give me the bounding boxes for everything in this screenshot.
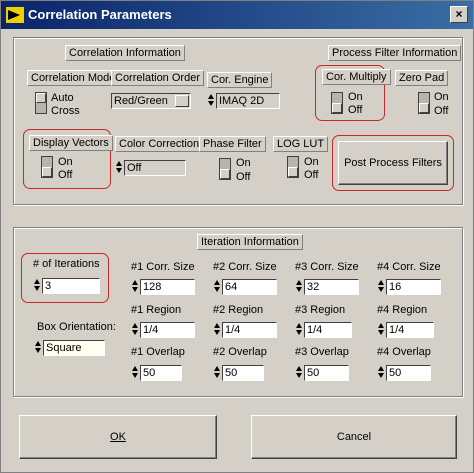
corr-size-spinner[interactable] [213, 279, 221, 295]
overlap-spinner[interactable] [213, 365, 221, 381]
spin-down-icon [35, 348, 41, 353]
spin-up-icon [208, 94, 214, 99]
overlap-spinner[interactable] [131, 365, 139, 381]
region-label: #3 Region [295, 304, 346, 316]
cor-engine-spinner[interactable] [207, 93, 215, 109]
log-lut-on: On [304, 156, 319, 168]
overlap-label: #1 Overlap [131, 346, 185, 358]
correlation-mode-cross: Cross [51, 105, 80, 117]
process-filter-info-header: Process Filter Information [328, 45, 462, 61]
phase-filter-switch[interactable] [219, 158, 231, 180]
spin-up-icon [116, 161, 122, 166]
iterations-spinner[interactable] [33, 278, 41, 294]
corr-size-label: #1 Corr. Size [131, 261, 195, 273]
region-spinner[interactable] [295, 322, 303, 338]
box-orientation-field[interactable]: Square [43, 340, 105, 356]
display-vectors-on: On [58, 156, 73, 168]
labview-app-icon [6, 7, 24, 23]
box-orientation-spinner[interactable] [34, 340, 42, 356]
color-correction-label: Color Correction [115, 136, 204, 152]
zero-pad-off: Off [434, 105, 449, 117]
zero-pad-label: Zero Pad [395, 70, 449, 86]
region-label: #4 Region [377, 304, 428, 316]
corr-size-field[interactable]: 128 [140, 279, 195, 295]
cor-engine-field[interactable]: IMAQ 2D [216, 93, 280, 109]
log-lut-switch[interactable] [287, 156, 299, 178]
overlap-label: #4 Overlap [377, 346, 431, 358]
close-icon: × [455, 7, 463, 21]
overlap-field[interactable]: 50 [304, 365, 349, 381]
iterations-label: # of Iterations [33, 258, 100, 270]
correlation-order-color-swatch[interactable] [175, 95, 189, 107]
cor-engine-label: Cor. Engine [207, 72, 273, 88]
zero-pad-on: On [434, 91, 449, 103]
log-lut-off: Off [304, 169, 319, 181]
region-spinner[interactable] [131, 322, 139, 338]
region-label: #2 Region [213, 304, 264, 316]
corr-size-label: #3 Corr. Size [295, 261, 359, 273]
correlation-mode-switch[interactable] [35, 92, 47, 114]
overlap-field[interactable]: 50 [140, 365, 182, 381]
cor-multiply-switch[interactable] [331, 92, 343, 114]
ok-button[interactable]: OK [19, 415, 217, 459]
window-title: Correlation Parameters [28, 7, 172, 22]
color-correction-field[interactable]: Off [124, 160, 186, 176]
display-vectors-off: Off [58, 169, 73, 181]
display-vectors-switch[interactable] [41, 156, 53, 178]
corr-size-spinner[interactable] [295, 279, 303, 295]
corr-size-label: #2 Corr. Size [213, 261, 277, 273]
correlation-order-label: Correlation Order [111, 70, 204, 86]
region-field[interactable]: 1/4 [222, 322, 277, 338]
color-correction-spinner[interactable] [115, 160, 123, 176]
correlation-parameters-window: Correlation Parameters × Correlation Inf… [0, 0, 474, 473]
overlap-spinner[interactable] [377, 365, 385, 381]
correlation-mode-auto: Auto [51, 92, 74, 104]
region-field[interactable]: 1/4 [386, 322, 434, 338]
corr-size-label: #4 Corr. Size [377, 261, 441, 273]
log-lut-label: LOG LUT [273, 136, 329, 152]
close-button[interactable]: × [450, 6, 468, 23]
iterations-field[interactable]: 3 [42, 278, 100, 294]
phase-filter-off: Off [236, 171, 251, 183]
overlap-label: #3 Overlap [295, 346, 349, 358]
correlation-mode-label: Correlation Mode [27, 70, 120, 86]
cor-multiply-label: Cor. Multiply [322, 69, 391, 85]
spin-down-icon [208, 101, 214, 106]
region-spinner[interactable] [213, 322, 221, 338]
spin-up-icon [34, 279, 40, 284]
iteration-info-header: Iteration Information [197, 234, 303, 250]
phase-filter-on: On [236, 157, 251, 169]
phase-filter-label: Phase Filter [199, 136, 266, 152]
corr-size-spinner[interactable] [131, 279, 139, 295]
cor-multiply-off: Off [348, 104, 363, 116]
post-process-filters-button[interactable]: Post Process Filters [338, 141, 448, 185]
corr-size-field[interactable]: 64 [222, 279, 277, 295]
zero-pad-switch[interactable] [418, 92, 430, 114]
region-field[interactable]: 1/4 [140, 322, 195, 338]
corr-size-field[interactable]: 16 [386, 279, 441, 295]
spin-down-icon [34, 286, 40, 291]
region-spinner[interactable] [377, 322, 385, 338]
spin-down-icon [116, 168, 122, 173]
box-orientation-label: Box Orientation: [37, 321, 116, 333]
display-vectors-label: Display Vectors [29, 135, 113, 151]
region-label: #1 Region [131, 304, 182, 316]
title-bar[interactable]: Correlation Parameters × [1, 1, 473, 29]
correlation-info-header: Correlation Information [65, 45, 185, 61]
corr-size-spinner[interactable] [377, 279, 385, 295]
overlap-label: #2 Overlap [213, 346, 267, 358]
cor-multiply-on: On [348, 91, 363, 103]
overlap-spinner[interactable] [295, 365, 303, 381]
overlap-field[interactable]: 50 [222, 365, 264, 381]
region-field[interactable]: 1/4 [304, 322, 352, 338]
cancel-button[interactable]: Cancel [251, 415, 457, 459]
overlap-field[interactable]: 50 [386, 365, 431, 381]
spin-up-icon [35, 341, 41, 346]
corr-size-field[interactable]: 32 [304, 279, 359, 295]
